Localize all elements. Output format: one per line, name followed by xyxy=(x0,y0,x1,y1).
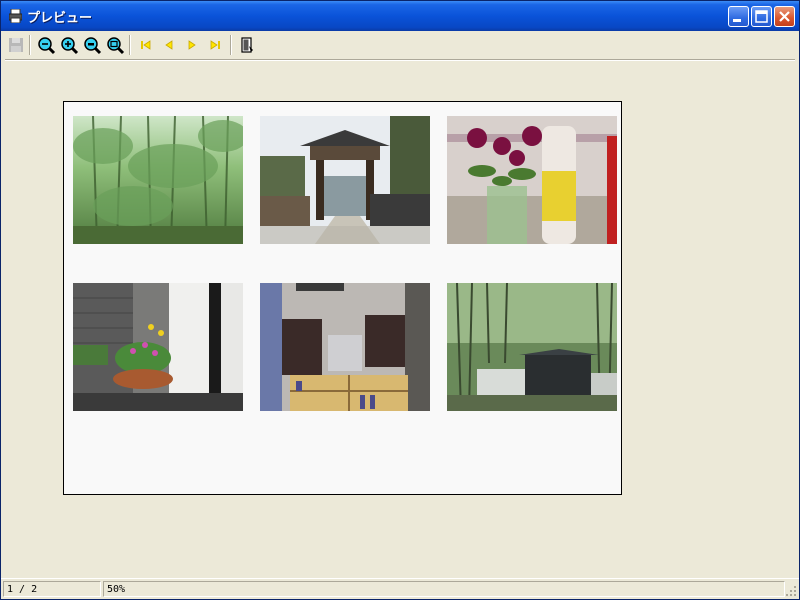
first-page-icon xyxy=(141,40,151,50)
resize-grip-icon[interactable] xyxy=(785,585,797,597)
zoom-in-button[interactable] xyxy=(58,34,80,56)
close-button[interactable] xyxy=(774,6,795,27)
zoom-out-alt-button[interactable] xyxy=(81,34,103,56)
toolbar-separator xyxy=(230,35,232,55)
first-page-button[interactable] xyxy=(135,34,157,56)
photo-flowers-bottle xyxy=(447,116,617,244)
exit-door-icon xyxy=(241,37,253,53)
zoom-level: 50% xyxy=(103,581,785,597)
prev-page-button[interactable] xyxy=(158,34,180,56)
minimize-icon xyxy=(733,19,741,22)
prev-page-icon xyxy=(165,40,173,50)
preview-page xyxy=(63,101,622,495)
toolbar-separator xyxy=(129,35,131,55)
toolbar-divider xyxy=(5,59,795,61)
next-page-button[interactable] xyxy=(181,34,203,56)
window-title: プレビュー xyxy=(27,11,93,26)
page-indicator: 1 / 2 xyxy=(3,581,101,597)
next-page-icon xyxy=(188,40,196,50)
last-page-button[interactable] xyxy=(204,34,226,56)
save-button[interactable] xyxy=(5,34,27,56)
maximize-icon xyxy=(755,10,768,23)
toolbar xyxy=(1,31,799,59)
toolbar-separator xyxy=(29,35,31,55)
printer-icon xyxy=(9,9,22,23)
photo-speakers-shelf xyxy=(260,283,430,411)
photo-balcony-planter xyxy=(73,283,243,411)
exit-button[interactable] xyxy=(236,34,258,56)
zoom-out-icon xyxy=(84,37,102,55)
title-bar[interactable]: プレビュー xyxy=(1,1,799,31)
status-bar: 1 / 2 50% xyxy=(1,578,799,599)
zoom-in-icon xyxy=(61,37,79,55)
minimize-button[interactable] xyxy=(728,6,749,27)
preview-area[interactable] xyxy=(4,62,796,577)
floppy-disk-icon xyxy=(9,38,23,52)
zoom-out-button[interactable] xyxy=(35,34,57,56)
zoom-out-icon xyxy=(38,37,56,55)
photo-bamboo-wall-gate xyxy=(447,283,617,411)
zoom-fit-button[interactable] xyxy=(104,34,126,56)
photo-bamboo-forest xyxy=(73,116,243,244)
zoom-fit-icon xyxy=(107,37,125,55)
preview-window: プレビュー 1 / 2 50% xyxy=(0,0,800,600)
last-page-icon xyxy=(210,40,220,50)
maximize-button[interactable] xyxy=(751,6,772,27)
close-icon xyxy=(779,11,790,22)
photo-temple-gate xyxy=(260,116,430,244)
